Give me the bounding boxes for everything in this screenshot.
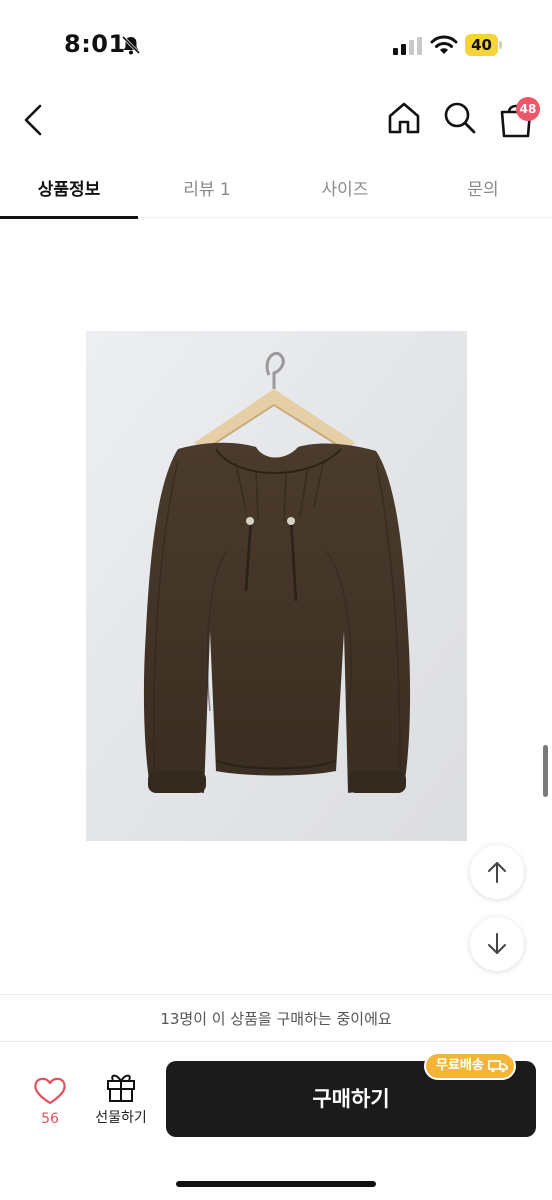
battery-cap	[499, 41, 502, 49]
blouse-photo	[86, 331, 467, 841]
back-arrow-icon[interactable]	[16, 98, 52, 142]
search-icon[interactable]	[440, 98, 480, 138]
arrow-up-icon	[488, 862, 506, 883]
product-tabs: 상품정보 리뷰 1 사이즈 문의	[0, 160, 552, 219]
like-count: 56	[41, 1111, 59, 1127]
tab-inquiry[interactable]: 문의	[414, 160, 552, 218]
home-indicator	[176, 1181, 376, 1187]
free-shipping-label: 무료배송	[436, 1058, 484, 1073]
product-image	[86, 331, 467, 841]
delivery-truck-icon	[488, 1060, 508, 1073]
buyers-notice: 13명이 이 상품을 구매하는 중이에요	[0, 994, 552, 1042]
gift-label: 선물하기	[95, 1110, 147, 1126]
free-shipping-badge: 무료배송	[424, 1052, 516, 1080]
top-navigation	[0, 80, 552, 160]
arrow-down-icon	[488, 933, 506, 954]
bell-muted-icon	[121, 35, 141, 55]
tab-product-info[interactable]: 상품정보	[0, 160, 138, 219]
scroll-to-top-button[interactable]	[470, 845, 524, 899]
gift-icon	[107, 1074, 135, 1102]
home-icon[interactable]	[384, 98, 424, 138]
tab-reviews[interactable]: 리뷰 1	[138, 160, 276, 218]
tab-size[interactable]: 사이즈	[276, 160, 414, 218]
cellular-signal-icon	[393, 37, 422, 55]
scrollbar-thumb[interactable]	[543, 745, 548, 797]
scroll-to-bottom-button[interactable]	[470, 917, 524, 971]
heart-icon	[34, 1077, 66, 1105]
like-button[interactable]: 56	[28, 1073, 72, 1133]
battery-level: 40	[465, 34, 498, 56]
gift-button[interactable]: 선물하기	[88, 1071, 154, 1131]
cart-count-badge: 48	[516, 97, 540, 121]
status-time: 8:01	[64, 30, 126, 58]
status-bar: 8:01 40	[0, 0, 552, 80]
battery-indicator: 40	[465, 34, 503, 56]
wifi-icon	[430, 35, 458, 54]
